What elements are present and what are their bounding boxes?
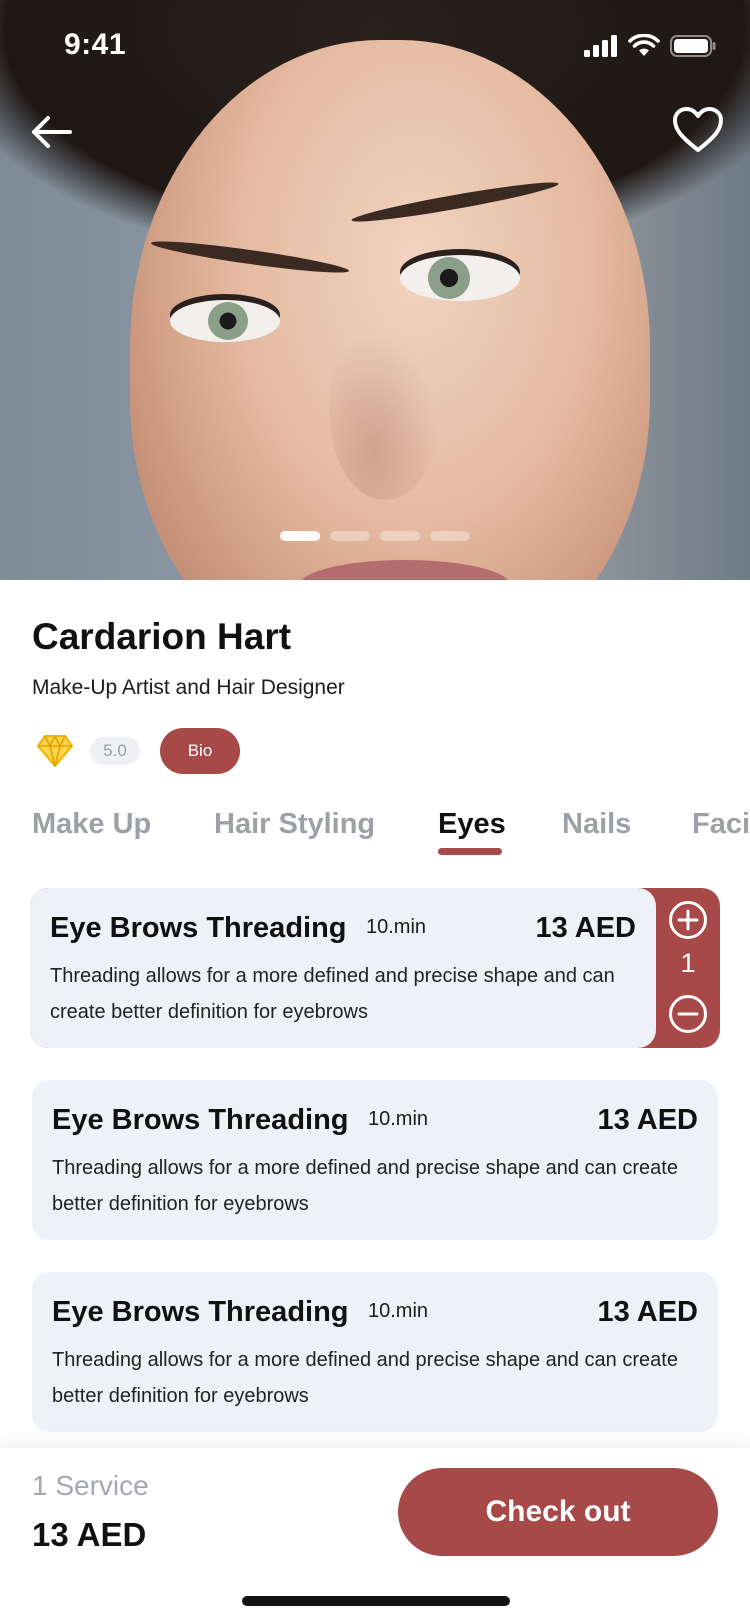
tab-active-indicator <box>438 848 502 855</box>
increase-quantity-button[interactable] <box>668 900 708 940</box>
service-price: 13 AED <box>597 1296 698 1328</box>
service-title: Eye Brows Threading <box>50 912 347 944</box>
service-duration: 10.min <box>368 1108 429 1130</box>
hero-eye-left <box>170 300 280 342</box>
diamond-icon <box>37 735 73 767</box>
service-card-body: Eye Brows Threading 10.min 13 AED Thread… <box>30 888 656 1048</box>
favorite-button[interactable] <box>672 106 724 154</box>
status-time: 9:41 <box>64 28 127 61</box>
pager-dot-1[interactable] <box>280 531 320 541</box>
service-card[interactable]: Eye Brows Threading 10.min 13 AED Thread… <box>32 1080 718 1240</box>
service-count: 1 Service <box>32 1470 149 1501</box>
tab-eyes[interactable]: Eyes <box>438 808 506 841</box>
battery-icon <box>670 35 716 57</box>
rating-badge: 5.0 <box>90 737 140 765</box>
back-button[interactable] <box>28 108 76 156</box>
status-icons <box>584 34 716 57</box>
service-duration: 10.min <box>368 1300 429 1322</box>
quantity-value: 1 <box>680 948 696 978</box>
service-card[interactable]: Eye Brows Threading 10.min 13 AED Thread… <box>32 1272 718 1432</box>
tab-hair-styling[interactable]: Hair Styling <box>214 808 375 841</box>
wifi-icon <box>628 34 660 56</box>
signal-icon <box>584 35 617 57</box>
artist-role: Make-Up Artist and Hair Designer <box>32 676 345 699</box>
service-description: Threading allows for a more defined and … <box>50 965 615 1023</box>
service-price: 13 AED <box>535 912 636 944</box>
category-tabs: Make Up Hair Styling Eyes Nails Facial <box>32 808 750 858</box>
quantity-stepper: 1 <box>656 888 720 1048</box>
artist-name: Cardarion Hart <box>32 616 292 657</box>
checkout-button[interactable]: Check out <box>398 1468 718 1556</box>
total-price: 13 AED <box>32 1516 147 1553</box>
back-arrow-icon <box>32 116 72 148</box>
service-title: Eye Brows Threading <box>52 1104 349 1136</box>
service-description: Threading allows for a more defined and … <box>52 1157 678 1215</box>
service-card-selected[interactable]: Eye Brows Threading 10.min 13 AED Thread… <box>30 888 720 1048</box>
hero-nose <box>330 330 440 500</box>
plus-circle-icon <box>669 901 707 939</box>
service-duration: 10.min <box>366 916 427 938</box>
tab-nails[interactable]: Nails <box>562 808 631 841</box>
minus-circle-icon <box>669 995 707 1033</box>
service-price: 13 AED <box>597 1104 698 1136</box>
home-indicator[interactable] <box>242 1596 510 1606</box>
hero-photo[interactable]: 9:41 <box>0 0 750 580</box>
hero-eye-right <box>400 255 520 301</box>
pager-dot-3[interactable] <box>380 531 420 541</box>
pager-dot-2[interactable] <box>330 531 370 541</box>
carousel-pager <box>280 531 470 541</box>
bio-button[interactable]: Bio <box>160 728 240 774</box>
pager-dot-4[interactable] <box>430 531 470 541</box>
artist-meta: 5.0 Bio <box>36 728 240 774</box>
status-bar: 9:41 <box>0 0 750 90</box>
checkout-bar: 1 Service 13 AED Check out <box>0 1448 750 1624</box>
service-title: Eye Brows Threading <box>52 1296 349 1328</box>
decrease-quantity-button[interactable] <box>668 994 708 1034</box>
service-description: Threading allows for a more defined and … <box>52 1349 678 1407</box>
tab-facial[interactable]: Facial <box>692 808 750 841</box>
tab-make-up[interactable]: Make Up <box>32 808 151 841</box>
heart-icon <box>673 107 723 152</box>
